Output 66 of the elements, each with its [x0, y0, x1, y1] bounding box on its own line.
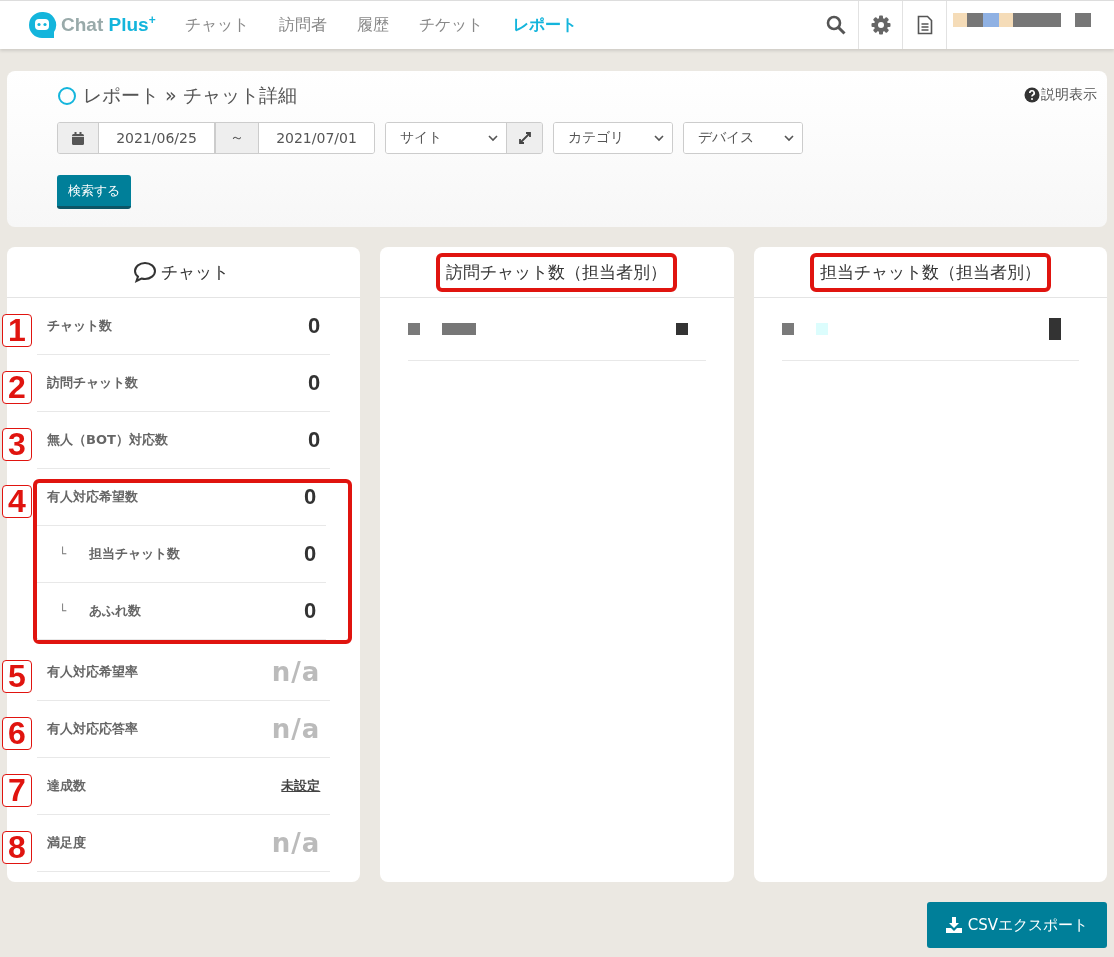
- not-available-value: n/a: [271, 828, 321, 858]
- metric-label: └ 担当チャット数: [58, 545, 180, 563]
- not-available-value: n/a: [271, 657, 321, 687]
- metric-label: チャット数: [47, 317, 112, 335]
- calendar-icon: [72, 131, 84, 145]
- circle-icon: [57, 86, 77, 106]
- nav-tab[interactable]: チケット: [403, 14, 498, 36]
- help-link[interactable]: 説明表示: [1041, 86, 1097, 104]
- settings-icon: [870, 15, 891, 35]
- expand-button[interactable]: [506, 123, 542, 153]
- panel-title: チャット: [160, 260, 230, 284]
- redacted-block: [781, 323, 794, 335]
- nav-tab[interactable]: レポート: [497, 14, 592, 36]
- annotation-number: 8: [2, 831, 32, 864]
- dropdown[interactable]: サイト: [386, 123, 506, 153]
- dropdown[interactable]: カテゴリ: [554, 123, 672, 153]
- not-available-value: n/a: [271, 714, 321, 744]
- count-value: 0: [304, 484, 317, 510]
- metric-label: 訪問チャット数: [47, 374, 138, 392]
- count-value: 0: [308, 370, 321, 396]
- metric-label: 有人対応希望数: [47, 488, 138, 506]
- nav-tab[interactable]: チャット: [169, 14, 264, 36]
- speech-bubble-icon: [132, 261, 157, 283]
- metric-label: 有人対応希望率: [47, 663, 138, 681]
- panel-title: 訪問チャット数（担当者別）: [436, 252, 678, 292]
- annotation-number: 4: [2, 485, 32, 518]
- annotation-number: 7: [2, 774, 32, 807]
- annotation-number: 2: [2, 371, 32, 404]
- annotation-number: 3: [2, 428, 32, 461]
- setting-link[interactable]: 未設定: [281, 777, 321, 795]
- panel-title: 担当チャット数（担当者別）: [809, 252, 1051, 292]
- help-icon: [1024, 87, 1040, 103]
- search-icon: [826, 15, 846, 35]
- nav-tab[interactable]: 訪問者: [263, 14, 342, 36]
- dropdown[interactable]: デバイス: [684, 123, 802, 153]
- metric-label: 無人（BOT）対応数: [47, 431, 168, 449]
- annotation-number: 5: [2, 660, 32, 693]
- chevron-down-icon: [784, 134, 794, 142]
- annotation-number: 6: [2, 717, 32, 750]
- count-value: 0: [304, 598, 317, 624]
- csv-export-button[interactable]: CSVエクスポート: [927, 902, 1107, 948]
- annotation-number: 1: [2, 314, 32, 347]
- breadcrumb: レポート » チャット詳細: [83, 83, 297, 108]
- count-value: 0: [308, 427, 321, 453]
- chevron-down-icon: [654, 134, 664, 142]
- redacted-block: [442, 323, 477, 335]
- redacted-block: [408, 323, 421, 335]
- app-logo: Chat Plus$^{+}$: [61, 13, 156, 37]
- metric-label: 有人対応応答率: [47, 720, 138, 738]
- expand-arrows-icon: [518, 132, 531, 144]
- count-value: 0: [304, 541, 317, 567]
- metric-label: 達成数: [47, 777, 86, 795]
- document-icon: [916, 15, 933, 35]
- redacted-block: [1049, 318, 1061, 340]
- metric-label: 満足度: [47, 834, 86, 852]
- search-button[interactable]: 検索する: [57, 175, 131, 209]
- redacted-block: [815, 323, 828, 335]
- redacted-block: [675, 323, 688, 335]
- metric-label: └ あふれ数: [58, 602, 141, 620]
- date-range-field[interactable]: 2021/06/25 ～ 2021/07/01: [57, 122, 375, 154]
- count-value: 0: [308, 313, 321, 339]
- download-icon: [945, 917, 962, 933]
- nav-tab[interactable]: 履歴: [341, 14, 404, 36]
- range-separator: ～: [215, 123, 259, 153]
- chat-bubble-logo-icon: [27, 10, 57, 40]
- chevron-down-icon: [488, 134, 498, 142]
